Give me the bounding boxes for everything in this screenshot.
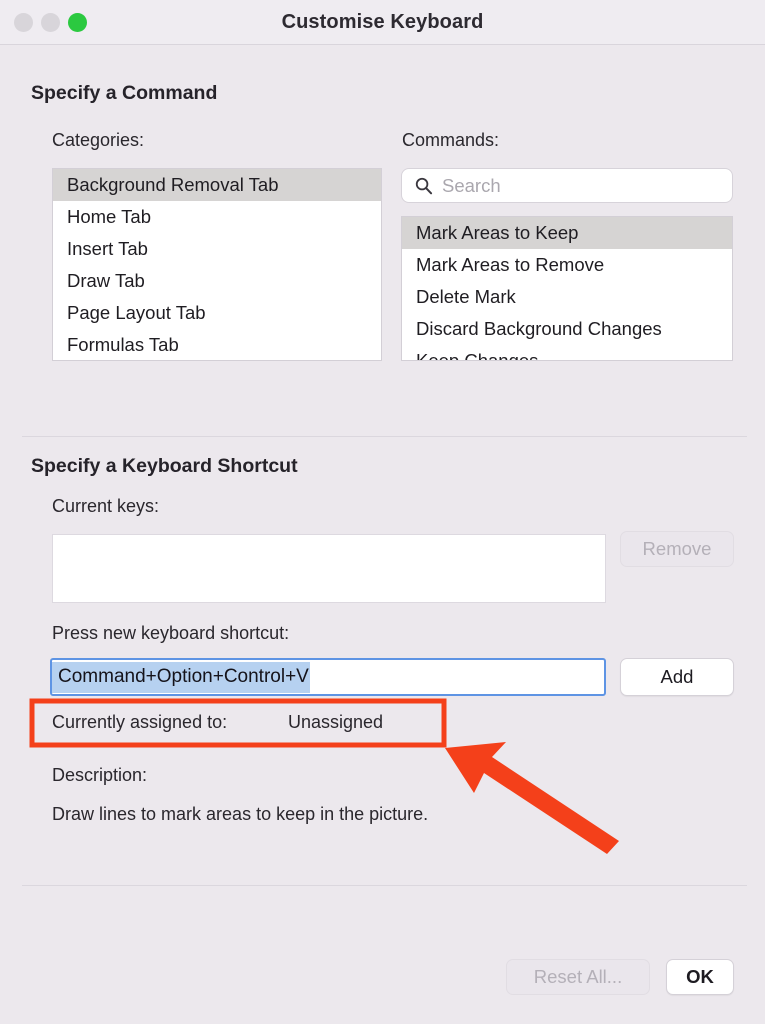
- current-keys-box[interactable]: [52, 534, 606, 603]
- currently-assigned-value: Unassigned: [288, 712, 384, 732]
- new-shortcut-input[interactable]: Command+Option+Control+V: [50, 658, 606, 696]
- arrow-annotation: [445, 742, 619, 854]
- section-divider-top: [22, 436, 747, 437]
- window-titlebar: Customise Keyboard: [0, 0, 765, 45]
- list-item[interactable]: Mark Areas to Remove: [402, 249, 732, 281]
- description-label: Description:: [52, 765, 148, 785]
- search-icon: [415, 177, 433, 195]
- customise-keyboard-dialog: Customise Keyboard Specify a Command Cat…: [0, 0, 765, 1024]
- description-text: Draw lines to mark areas to keep in the …: [52, 804, 429, 824]
- currently-assigned-label: Currently assigned to:: [52, 712, 228, 732]
- list-item[interactable]: Insert Tab: [53, 233, 381, 265]
- reset-all-button[interactable]: Reset All...: [506, 959, 650, 995]
- list-item[interactable]: Discard Background Changes: [402, 313, 732, 345]
- new-shortcut-value[interactable]: Command+Option+Control+V: [52, 661, 310, 693]
- commands-listbox[interactable]: Mark Areas to Keep Mark Areas to Remove …: [401, 216, 733, 361]
- list-item[interactable]: Formulas Tab: [53, 329, 381, 360]
- list-item[interactable]: Delete Mark: [402, 281, 732, 313]
- window-title: Customise Keyboard: [281, 11, 484, 33]
- list-item[interactable]: Draw Tab: [53, 265, 381, 297]
- specify-shortcut-heading: Specify a Keyboard Shortcut: [31, 455, 298, 477]
- list-item[interactable]: Home Tab: [53, 201, 381, 233]
- list-item[interactable]: Mark Areas to Keep: [402, 217, 732, 249]
- specify-command-heading: Specify a Command: [31, 82, 218, 104]
- press-new-shortcut-label: Press new keyboard shortcut:: [52, 623, 290, 643]
- categories-label: Categories:: [52, 130, 145, 150]
- list-item[interactable]: Page Layout Tab: [53, 297, 381, 329]
- list-item[interactable]: Background Removal Tab: [53, 169, 381, 201]
- ok-button[interactable]: OK: [666, 959, 734, 995]
- list-item[interactable]: Keep Changes: [402, 345, 732, 360]
- current-keys-label: Current keys:: [52, 496, 160, 516]
- section-divider-bottom: [22, 885, 747, 886]
- remove-button[interactable]: Remove: [620, 531, 734, 567]
- search-input-placeholder[interactable]: Search: [442, 175, 501, 197]
- commands-search-field[interactable]: Search: [401, 168, 733, 203]
- categories-listbox[interactable]: Background Removal Tab Home Tab Insert T…: [52, 168, 382, 361]
- commands-label: Commands:: [402, 130, 500, 150]
- add-button[interactable]: Add: [620, 658, 734, 696]
